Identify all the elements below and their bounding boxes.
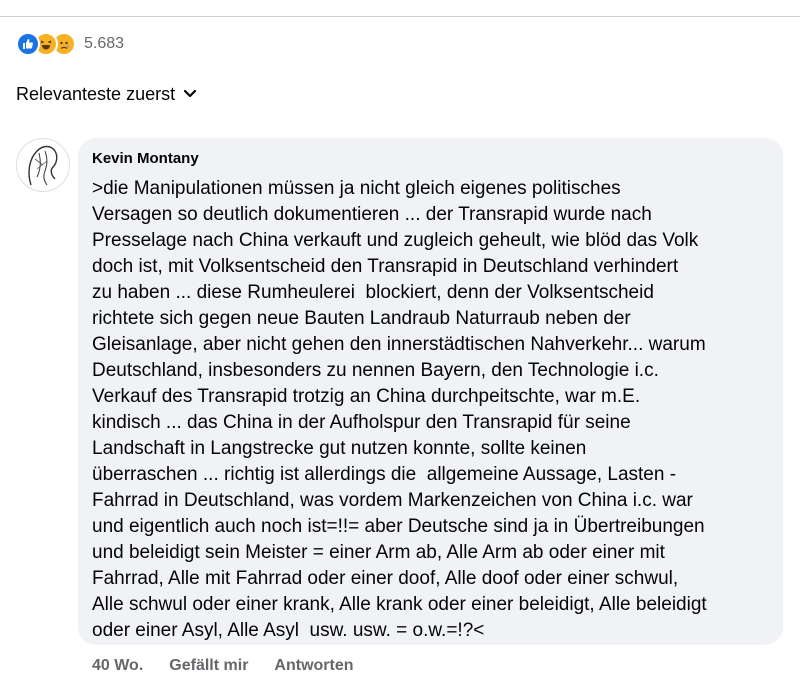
sort-dropdown[interactable]: Relevanteste zuerst (16, 82, 197, 106)
top-divider (0, 16, 800, 17)
reaction-count: 5.683 (84, 35, 125, 52)
comment-bubble: Kevin Montany >die Manipulationen müssen… (78, 138, 783, 645)
reaction-icons (16, 32, 76, 56)
comment-actions: 40 Wo. Gefällt mir Antworten (92, 657, 380, 675)
comment-author[interactable]: Kevin Montany (92, 150, 769, 168)
sort-label: Relevanteste zuerst (16, 83, 176, 104)
reactions-summary[interactable]: 5.683 (16, 32, 124, 56)
comment-text: >die Manipulationen müssen ja nicht glei… (92, 178, 707, 641)
like-icon (16, 32, 40, 56)
reply-button[interactable]: Antworten (274, 657, 353, 675)
comment-timestamp[interactable]: 40 Wo. (92, 657, 143, 675)
chevron-down-icon (183, 89, 197, 98)
avatar[interactable] (16, 138, 70, 192)
avatar-sketch-icon (28, 145, 58, 186)
like-button[interactable]: Gefällt mir (169, 657, 248, 675)
